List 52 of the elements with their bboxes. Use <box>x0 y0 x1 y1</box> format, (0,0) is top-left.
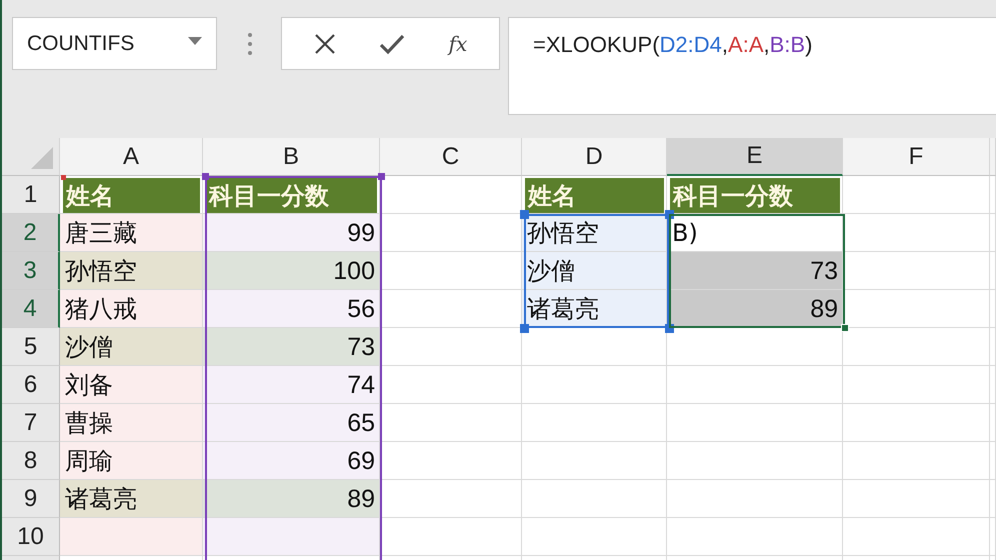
insert-function-button[interactable]: fx <box>448 28 468 58</box>
selection-handle[interactable] <box>520 210 529 219</box>
column-header[interactable]: F <box>843 138 990 176</box>
row-header[interactable]: 6 <box>2 366 60 404</box>
row-header[interactable]: 9 <box>2 480 60 518</box>
selection-handle[interactable] <box>378 173 385 180</box>
selection-handle[interactable] <box>520 324 529 333</box>
column-header[interactable]: A <box>60 138 203 176</box>
table-cell-text: B) <box>671 218 699 249</box>
header-cell: 姓名 <box>525 178 664 213</box>
fill-handle[interactable] <box>841 324 849 332</box>
table-cell: 唐三藏 <box>60 214 203 252</box>
row-header[interactable]: 1 <box>2 176 60 214</box>
column-header[interactable]: B <box>203 138 380 176</box>
formula-field[interactable]: =XLOOKUP(D2:D4,A:A,B:B) <box>508 17 996 115</box>
table-cell: 猪八戒 <box>60 290 203 328</box>
table-cell: 诸葛亮 <box>522 290 667 328</box>
table-cell: 74 <box>203 366 380 404</box>
table-cell: 73 <box>203 328 380 366</box>
table-cell: 69 <box>203 442 380 480</box>
selection-handle[interactable] <box>202 173 209 180</box>
row-header[interactable]: 2 <box>2 214 60 252</box>
table-cell: 孙悟空 <box>522 214 667 252</box>
table-cell: 刘备 <box>60 366 203 404</box>
header-cell: 姓名 <box>63 178 200 213</box>
select-all-icon[interactable] <box>31 147 53 169</box>
table-cell: 89 <box>203 480 380 518</box>
table-cell: 沙僧 <box>60 328 203 366</box>
name-box[interactable]: COUNTIFS <box>12 17 217 70</box>
table-cell: 65 <box>203 404 380 442</box>
selection-handle[interactable] <box>61 175 66 180</box>
column-header[interactable]: C <box>380 138 522 176</box>
table-cell: 56 <box>203 290 380 328</box>
table-cell: 99 <box>203 214 380 252</box>
header-cell: 科目一分数 <box>206 178 377 213</box>
row-header[interactable]: 10 <box>2 518 60 556</box>
row-header[interactable]: 5 <box>2 328 60 366</box>
table-cell: 孙悟空 <box>60 252 203 290</box>
table-cell: 100 <box>203 252 380 290</box>
table-cell: 沙僧 <box>522 252 667 290</box>
row-header[interactable]: 8 <box>2 442 60 480</box>
table-cell: 曹操 <box>60 404 203 442</box>
column-header[interactable]: D <box>522 138 667 176</box>
column-header[interactable]: E <box>667 138 843 176</box>
row-header[interactable]: 3 <box>2 252 60 290</box>
dropdown-icon[interactable] <box>188 36 202 44</box>
table-cell: 周瑜 <box>60 442 203 480</box>
table-cell: 诸葛亮 <box>60 480 203 518</box>
header-cell: 科目一分数 <box>670 178 840 213</box>
row-header[interactable]: 4 <box>2 290 60 328</box>
row-header[interactable]: 7 <box>2 404 60 442</box>
grip-icon <box>248 33 252 55</box>
